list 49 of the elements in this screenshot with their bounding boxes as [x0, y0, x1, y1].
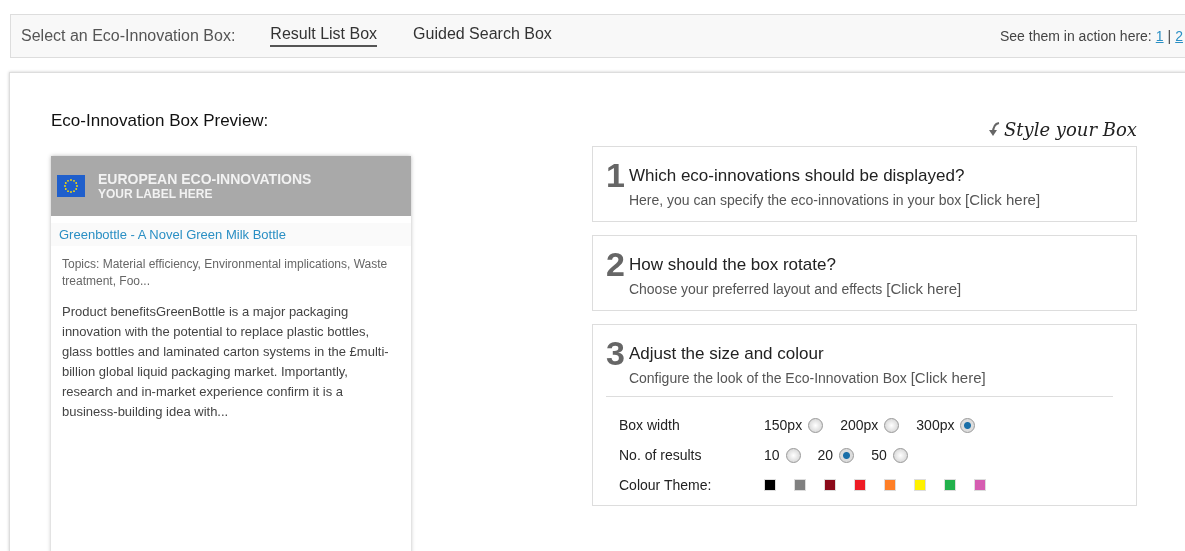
step-description: Here, you can specify the eco-innovations in your box [Click here]	[628, 191, 1041, 208]
colour-swatch[interactable]	[764, 479, 776, 491]
style-hint: Style your Box	[1004, 118, 1137, 140]
option-label: 50	[871, 447, 887, 463]
curved-arrow-icon	[987, 121, 1001, 137]
result-title-link[interactable]: Greenbottle - A Novel Green Milk Bottle	[51, 223, 411, 246]
step-title: Which eco-innovations should be displayed?	[628, 166, 966, 186]
colour-swatch[interactable]	[824, 479, 836, 491]
preview-title: Eco-Innovation Box Preview:	[51, 111, 270, 131]
selector-label: Select an Eco-Innovation Box:	[21, 27, 236, 45]
step-title: Adjust the size and colour	[628, 344, 825, 364]
step-number: 1	[606, 159, 625, 191]
colour-swatch[interactable]	[794, 479, 806, 491]
colour-swatch[interactable]	[914, 479, 926, 491]
demo-label: See them in action here:	[1000, 28, 1152, 44]
click-here-link[interactable]: [Click here]	[965, 191, 1041, 208]
radio-button[interactable]	[808, 417, 824, 433]
colour-swatch[interactable]	[974, 479, 986, 491]
colour-swatch[interactable]	[854, 479, 866, 491]
separator: |	[1167, 28, 1172, 44]
colour-swatch[interactable]	[944, 479, 956, 491]
box-tab[interactable]: Guided Search Box	[413, 25, 552, 47]
step-title: How should the box rotate?	[628, 255, 837, 275]
flag-icon	[57, 175, 85, 197]
radio-button[interactable]	[892, 447, 908, 463]
radio-button[interactable]	[960, 417, 976, 433]
setting-label: No. of results	[619, 447, 703, 463]
click-here-link[interactable]: [Click here]	[910, 369, 986, 386]
widget-subtitle: YOUR LABEL HERE	[98, 187, 214, 201]
step-description: Choose your preferred layout and effects [Click here]	[628, 280, 962, 297]
colour-swatch[interactable]	[884, 479, 896, 491]
option-label: 150px	[764, 417, 803, 433]
option-label: 20	[817, 447, 834, 463]
step-number: 3	[606, 337, 625, 369]
option-label: 300px	[916, 417, 955, 433]
widget-title: EUROPEAN ECO-INNOVATIONS	[98, 171, 312, 187]
click-here-link[interactable]: [Click here]	[886, 280, 962, 297]
box-tab[interactable]: Result List Box	[270, 25, 378, 47]
radio-button[interactable]	[839, 447, 855, 463]
step-description: Configure the look of the Eco-Innovation Box [Click here]	[628, 369, 986, 386]
setting-label: Colour Theme:	[619, 477, 713, 493]
radio-button[interactable]	[884, 417, 900, 433]
option-label: 10	[764, 447, 780, 463]
result-topics: Topics: Material efficiency, Environmental implications, Waste treatment, Foo...	[61, 256, 389, 290]
result-description: Product benefitsGreenBottle is a major packaging innovation with the potential to replace plastic bottles, glass bottles and laminated carton systems in the £multi-billion global liquid packaging market. Importantly, research and in-market experience confirm it is a business-building idea with...	[61, 303, 390, 421]
radio-button[interactable]	[785, 447, 801, 463]
step-number: 2	[606, 248, 625, 280]
setting-label: Box width	[619, 417, 681, 433]
option-label: 200px	[840, 417, 879, 433]
